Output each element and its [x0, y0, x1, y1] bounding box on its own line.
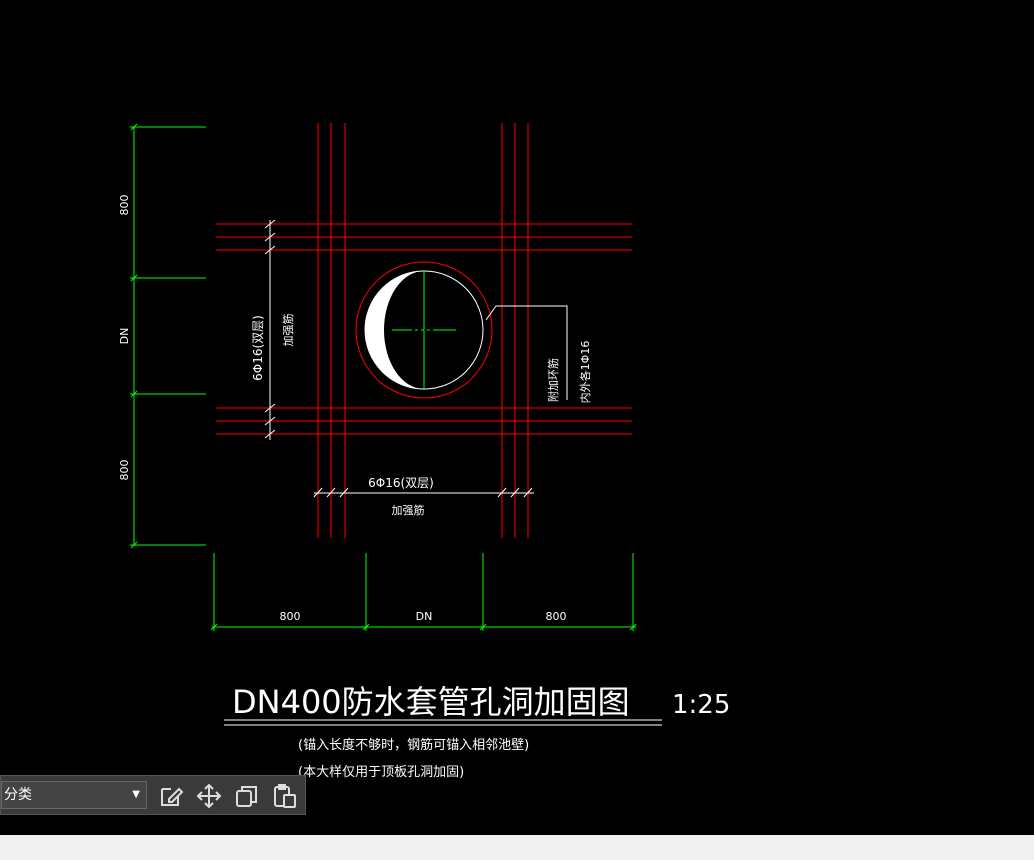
drawing-scale: 1:25 — [672, 690, 730, 720]
copy-icon — [236, 786, 257, 807]
dim-bot-mid: DN — [416, 610, 433, 623]
paste-button[interactable] — [271, 782, 299, 810]
rebar-horizontal-note: 加强筋 — [392, 503, 425, 517]
dim-left-mid: DN — [118, 328, 131, 345]
pipe-opening — [355, 261, 493, 399]
category-dropdown[interactable]: 分类 ▼ — [1, 781, 147, 809]
cad-canvas[interactable]: 800 DN 800 800 DN 800 6Φ16(双层) 加强筋 6Φ16(… — [0, 0, 1034, 835]
edit-icon — [161, 787, 184, 806]
drawing-note-1: (锚入长度不够时，钢筋可锚入相邻池壁) — [298, 737, 529, 753]
paste-icon — [274, 784, 296, 808]
left-dimension — [130, 123, 206, 549]
drawing-title: DN400防水套管孔洞加固图 — [232, 683, 630, 721]
ring-label-1: 附加环筋 — [546, 358, 560, 402]
dim-bot-left: 800 — [280, 610, 301, 623]
move-button[interactable] — [195, 782, 223, 810]
category-value: 分类 — [4, 787, 32, 803]
edit-button[interactable] — [157, 782, 185, 810]
rebar-vertical-note: 加强筋 — [281, 314, 295, 347]
copy-button[interactable] — [233, 782, 261, 810]
floating-toolbar: 分类 ▼ — [0, 775, 306, 815]
ring-label-2: 内外各1Φ16 — [578, 341, 592, 404]
chevron-down-icon: ▼ — [132, 789, 140, 800]
rebar-vertical-label: 6Φ16(双层) — [251, 315, 265, 381]
dim-bot-right: 800 — [546, 610, 567, 623]
drawing-note-2: (本大样仅用于顶板孔洞加固) — [298, 765, 464, 780]
move-icon — [196, 783, 222, 809]
dim-left-top: 800 — [118, 195, 131, 216]
vertical-rebar-callout — [264, 219, 276, 440]
dim-left-bot: 800 — [118, 460, 131, 481]
status-bar — [0, 835, 1034, 860]
rebar-horizontal-label: 6Φ16(双层) — [368, 476, 434, 490]
